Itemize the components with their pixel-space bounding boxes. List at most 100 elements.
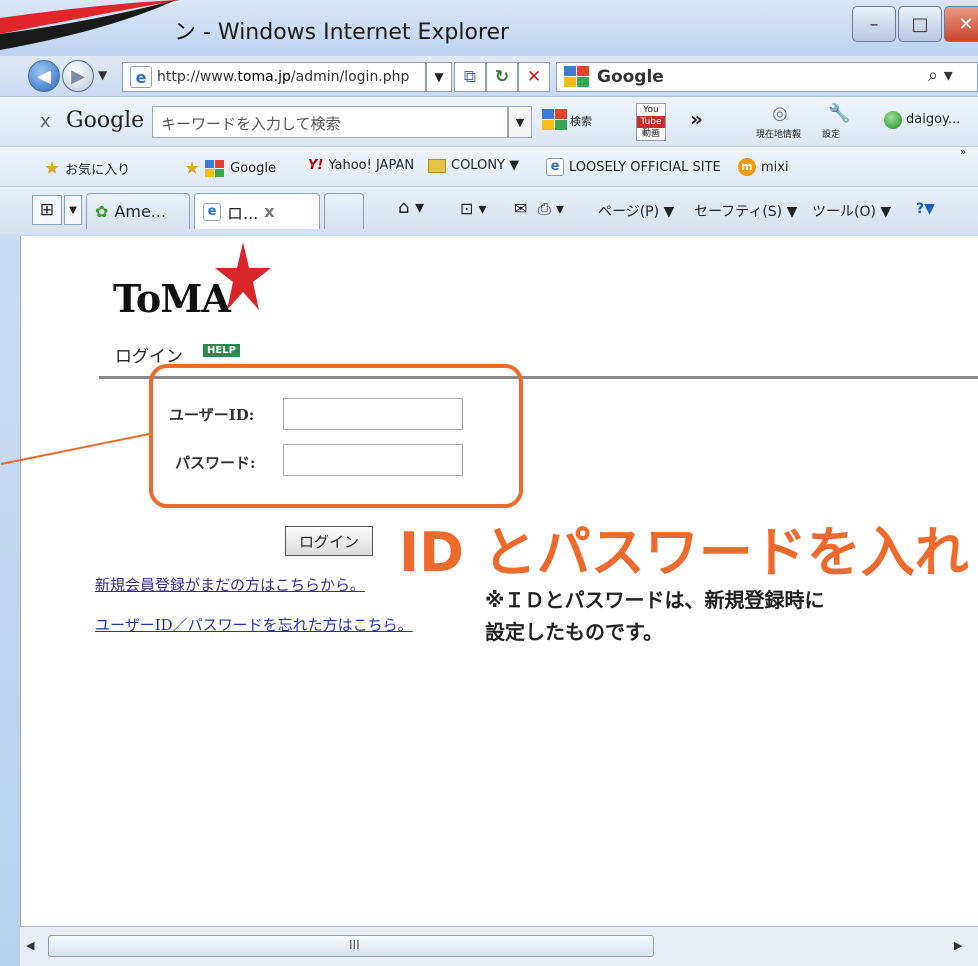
recent-pages-dropdown[interactable]: ▼: [98, 68, 107, 82]
minimize-icon: –: [869, 13, 879, 35]
print-icon[interactable]: ⎙ ▾: [538, 199, 564, 219]
annotation-note-line2: 設定したものです。: [485, 620, 663, 644]
annotation-title: ID とパスワードを入れ: [399, 521, 969, 584]
close-window-button[interactable]: ✕: [944, 6, 978, 42]
tab-list-dropdown[interactable]: ▼: [64, 195, 82, 225]
stop-icon[interactable]: ✕: [518, 62, 550, 92]
fav-label-mixi: mixi: [761, 159, 789, 175]
search-engine-label: Google: [597, 67, 664, 87]
fav-item-mixi[interactable]: m mixi: [738, 158, 789, 176]
login-button[interactable]: ログイン: [285, 526, 373, 556]
tab-ameba[interactable]: ✿ Ame...: [86, 193, 190, 229]
user-account-button[interactable]: daigoy...: [906, 112, 960, 127]
favorites-label: お気に入り: [65, 163, 131, 178]
search-icon[interactable]: ⌕ ▾: [928, 65, 953, 86]
search-box[interactable]: Google: [556, 62, 978, 92]
location-label: 現在地情報: [756, 130, 802, 140]
address-input[interactable]: http://www.toma.jp/admin/login.php: [122, 62, 426, 92]
ie-favicon-icon: e: [546, 158, 564, 176]
refresh-icon[interactable]: ↻: [486, 62, 518, 92]
tab-bar: ⊞ ▼ ✿ Ame... e ロ... x ⌂ ▾ ⊡ ▾ ✉ ⎙ ▾ ページ(…: [0, 186, 978, 234]
ie-page-icon: e: [130, 66, 152, 88]
google-search-button[interactable]: 検索: [570, 113, 592, 129]
fav-label-loosely: LOOSELY OFFICIAL SITE: [569, 159, 721, 175]
ie-favicon-icon: e: [203, 202, 221, 221]
location-icon[interactable]: ◎: [772, 103, 788, 124]
fav-item-colony[interactable]: COLONY ▼: [428, 158, 519, 173]
url-prefix: http://www.: [157, 69, 238, 85]
add-favorite-icon: ★: [184, 158, 201, 179]
address-dropdown[interactable]: ▼: [426, 62, 452, 92]
google-search-dropdown[interactable]: ▼: [508, 106, 532, 138]
fav-label-colony: COLONY ▼: [451, 158, 520, 173]
help-icon[interactable]: ?▼: [916, 201, 935, 217]
ameba-favicon-icon: ✿: [95, 202, 109, 221]
new-tab-button[interactable]: [324, 193, 364, 229]
google-favicon-icon: [205, 159, 225, 177]
help-badge[interactable]: HELP: [203, 344, 240, 357]
fav-label-google: Google: [230, 161, 276, 176]
google-logo: Google: [66, 108, 145, 133]
maximize-button[interactable]: □: [898, 6, 942, 42]
url-domain: toma.jp: [237, 69, 291, 85]
close-icon: ✕: [958, 13, 974, 35]
google-search-icon[interactable]: [542, 109, 568, 131]
close-tab-icon[interactable]: x: [264, 202, 274, 221]
annotation-highlight-box: [149, 364, 523, 508]
toolbar-more-icon[interactable]: »: [690, 107, 703, 131]
favorites-more-icon[interactable]: »: [960, 147, 966, 158]
scroll-right-icon[interactable]: ▶: [954, 939, 962, 952]
compatibility-view-icon[interactable]: ⧉: [454, 62, 486, 92]
home-icon[interactable]: ⌂ ▾: [398, 197, 424, 218]
user-status-icon: [884, 111, 902, 129]
toolbar-close-icon[interactable]: x: [40, 111, 51, 132]
safety-menu[interactable]: セーフティ(S) ▼: [694, 201, 797, 221]
fav-item-yahoo[interactable]: Y! Yahoo! JAPAN: [308, 158, 414, 173]
horizontal-scrollbar[interactable]: ◀ III ▶: [20, 926, 978, 966]
scroll-left-icon[interactable]: ◀: [26, 939, 34, 952]
annotation-note-line1: ※ＩＤとパスワードは、新規登録時に: [485, 588, 825, 612]
page-menu[interactable]: ページ(P) ▼: [598, 201, 674, 221]
fav-item-loosely[interactable]: e LOOSELY OFFICIAL SITE: [546, 158, 721, 176]
youtube-mid-label: Tube: [637, 116, 665, 128]
tab-login[interactable]: e ロ... x: [194, 193, 320, 229]
quick-tabs-icon[interactable]: ⊞: [32, 195, 62, 225]
favorites-bar: ★ お気に入り ★ Google Y! Yahoo! JAPAN COLONY …: [0, 146, 978, 186]
forward-arrow-icon: ▶: [71, 65, 85, 87]
wrench-icon[interactable]: 🔧: [828, 103, 850, 124]
forward-button[interactable]: ▶: [62, 60, 94, 92]
fav-label-yahoo: Yahoo! JAPAN: [328, 158, 415, 173]
google-toolbar: x Google キーワードを入力して検索 ▼ 検索 You Tube 動画 »…: [0, 96, 978, 146]
forgot-password-link[interactable]: ユーザーID／パスワードを忘れた方はこちら。: [95, 614, 413, 635]
yahoo-icon: Y!: [308, 158, 324, 173]
youtube-icon[interactable]: You Tube 動画: [636, 103, 666, 141]
red-swoosh-decoration: [0, 0, 180, 50]
page-content: ToMA ログイン HELP ユーザーID: パスワード: ログイン ID とパ…: [1, 236, 978, 926]
google-search-input[interactable]: キーワードを入力して検索: [152, 106, 508, 138]
youtube-bottom-label: 動画: [641, 129, 660, 139]
register-link[interactable]: 新規会員登録がまだの方はこちらから。: [95, 574, 365, 595]
scroll-thumb[interactable]: III: [48, 935, 654, 957]
settings-label: 設定: [822, 130, 841, 140]
mail-icon[interactable]: ✉: [514, 199, 527, 218]
tab-label: ロ...: [227, 203, 259, 223]
star-icon: ★: [44, 158, 61, 179]
address-bar-row: ◀ ▶ ▼ http://www.toma.jp/admin/login.php…: [0, 56, 978, 96]
minimize-button[interactable]: –: [852, 6, 896, 42]
fav-item-google[interactable]: ★ Google: [184, 158, 276, 179]
favorites-button[interactable]: ★ お気に入り: [44, 158, 130, 179]
back-arrow-icon: ◀: [37, 65, 51, 87]
annotation-callout-line: [1, 433, 150, 465]
google-provider-icon: [564, 66, 589, 87]
feeds-icon[interactable]: ⊡ ▾: [460, 199, 487, 218]
tools-menu[interactable]: ツール(O) ▼: [812, 201, 891, 221]
browser-window: ン - Windows Internet Explorer – □ ✕ ◀ ▶ …: [0, 0, 978, 966]
title-bar: ン - Windows Internet Explorer – □ ✕: [0, 0, 978, 56]
url-path: /admin/login.php: [290, 69, 410, 85]
folder-icon: [428, 158, 446, 173]
maximize-icon: □: [911, 13, 929, 35]
back-button[interactable]: ◀: [28, 60, 60, 92]
scroll-grip: III: [349, 938, 360, 952]
mixi-icon: m: [738, 158, 756, 176]
tab-label: Ame...: [114, 202, 167, 221]
